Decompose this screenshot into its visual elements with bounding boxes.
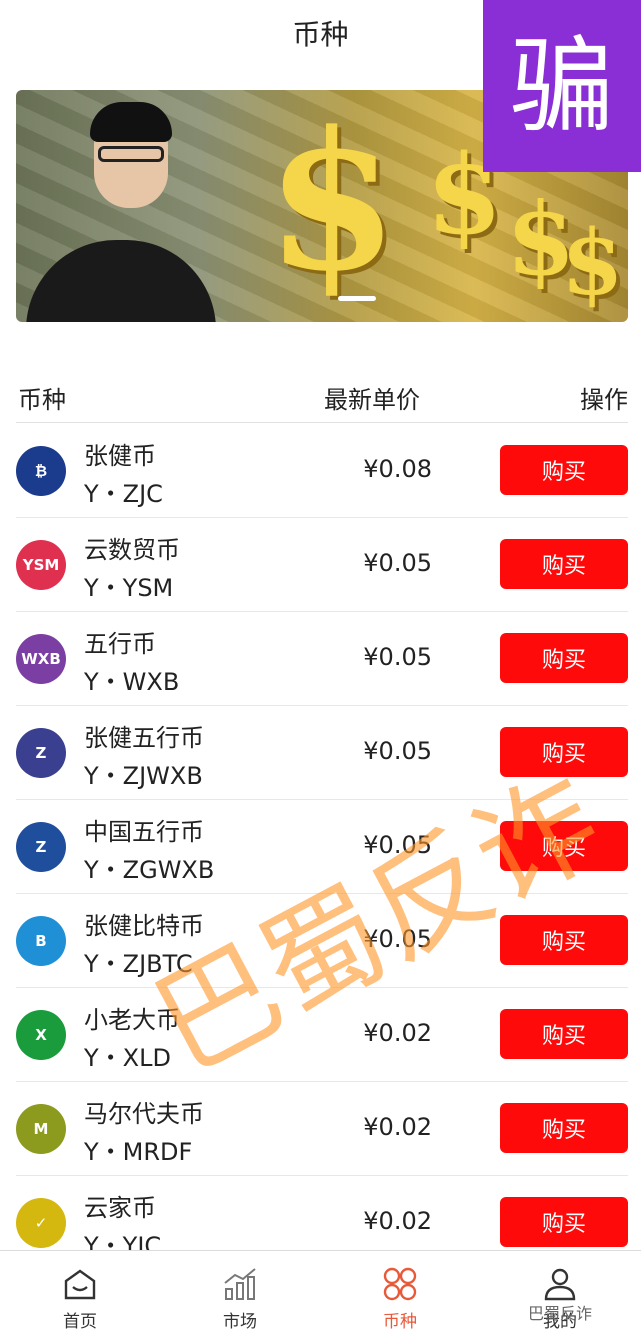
banner-person-hair	[90, 102, 172, 142]
coin-price: ¥0.05	[363, 925, 432, 953]
tab-coins-label: 币种	[383, 1312, 417, 1332]
coin-row[interactable]: Z 中国五行币 Y・ZGWXB ¥0.05 购买	[16, 800, 628, 894]
coin-row[interactable]: M 马尔代夫币 Y・MRDF ¥0.02 购买	[16, 1082, 628, 1176]
coin-code: Y・ZJC	[84, 480, 163, 508]
tab-market-label: 市场	[223, 1312, 257, 1332]
coin-logo-icon: WXB	[16, 634, 66, 684]
coin-name: 张健五行币	[84, 724, 204, 752]
tab-mine[interactable]: 我的	[480, 1251, 640, 1337]
coin-logo-icon: B	[16, 916, 66, 966]
coin-price: ¥0.02	[363, 1207, 432, 1235]
buy-button[interactable]: 购买	[500, 1009, 628, 1059]
tab-home[interactable]: 首页	[0, 1251, 160, 1337]
coin-list: ₿ 张健币 Y・ZJC ¥0.08 购买 YSM 云数贸币 Y・YSM ¥0.0…	[16, 424, 628, 1270]
coin-name: 马尔代夫币	[84, 1100, 204, 1128]
buy-button[interactable]: 购买	[500, 915, 628, 965]
coin-logo-icon: ₿	[16, 446, 66, 496]
coin-name: 张健比特币	[84, 912, 204, 940]
coin-row[interactable]: ₿ 张健币 Y・ZJC ¥0.08 购买	[16, 424, 628, 518]
home-icon	[64, 1269, 96, 1300]
coin-price: ¥0.05	[363, 643, 432, 671]
coin-code: Y・ZGWXB	[84, 856, 215, 884]
tab-coins[interactable]: 币种	[320, 1251, 480, 1337]
coin-price: ¥0.05	[363, 549, 432, 577]
buy-button[interactable]: 购买	[500, 1197, 628, 1247]
coin-row[interactable]: X 小老大币 Y・XLD ¥0.02 购买	[16, 988, 628, 1082]
buy-button[interactable]: 购买	[500, 633, 628, 683]
coin-code: Y・WXB	[84, 668, 180, 696]
coin-code: Y・MRDF	[84, 1138, 193, 1166]
coin-price: ¥0.02	[363, 1113, 432, 1141]
buy-button[interactable]: 购买	[500, 821, 628, 871]
coin-name: 小老大币	[84, 1006, 180, 1034]
coin-code: Y・YSM	[84, 574, 174, 602]
list-header: 币种 最新单价 操作	[16, 374, 628, 423]
coin-name: 五行币	[84, 630, 156, 658]
buy-button[interactable]: 购买	[500, 727, 628, 777]
account-watermark: 巴蜀反诈	[528, 1304, 593, 1323]
coins-icon	[383, 1267, 417, 1301]
coin-name: 张健币	[84, 442, 156, 470]
coin-row[interactable]: WXB 五行币 Y・WXB ¥0.05 购买	[16, 612, 628, 706]
header-price: 最新单价	[324, 386, 420, 414]
chart-icon	[224, 1268, 256, 1300]
tab-home-label: 首页	[63, 1312, 97, 1332]
coin-logo-icon: YSM	[16, 540, 66, 590]
coin-price: ¥0.05	[363, 831, 432, 859]
coin-name: 中国五行币	[84, 818, 204, 846]
buy-button[interactable]: 购买	[500, 539, 628, 589]
buy-button[interactable]: 购买	[500, 445, 628, 495]
coin-logo-icon: Z	[16, 822, 66, 872]
coin-price: ¥0.02	[363, 1019, 432, 1047]
coin-logo-icon: ✓	[16, 1198, 66, 1248]
scam-badge: 骗	[483, 0, 641, 172]
coin-logo-icon: M	[16, 1104, 66, 1154]
coin-name: 云家币	[84, 1194, 156, 1222]
tab-market[interactable]: 市场	[160, 1251, 320, 1337]
user-icon	[544, 1268, 576, 1301]
coin-name: 云数贸币	[84, 536, 180, 564]
coin-logo-icon: Z	[16, 728, 66, 778]
coin-row[interactable]: Z 张健五行币 Y・ZJWXB ¥0.05 购买	[16, 706, 628, 800]
coin-price: ¥0.08	[363, 455, 432, 483]
coin-logo-icon: X	[16, 1010, 66, 1060]
banner-person-glasses	[98, 146, 164, 162]
header-action: 操作	[580, 386, 628, 414]
coin-price: ¥0.05	[363, 737, 432, 765]
buy-button[interactable]: 购买	[500, 1103, 628, 1153]
dollar-sign-large: $	[266, 90, 399, 313]
dollar-sign: $	[561, 210, 624, 316]
carousel-indicator[interactable]	[338, 296, 376, 301]
coin-code: Y・ZJBTC	[84, 950, 193, 978]
coin-row[interactable]: B 张健比特币 Y・ZJBTC ¥0.05 购买	[16, 894, 628, 988]
header-coin: 币种	[18, 386, 66, 414]
coin-code: Y・ZJWXB	[84, 762, 203, 790]
coin-code: Y・XLD	[84, 1044, 171, 1072]
coin-row[interactable]: YSM 云数贸币 Y・YSM ¥0.05 购买	[16, 518, 628, 612]
